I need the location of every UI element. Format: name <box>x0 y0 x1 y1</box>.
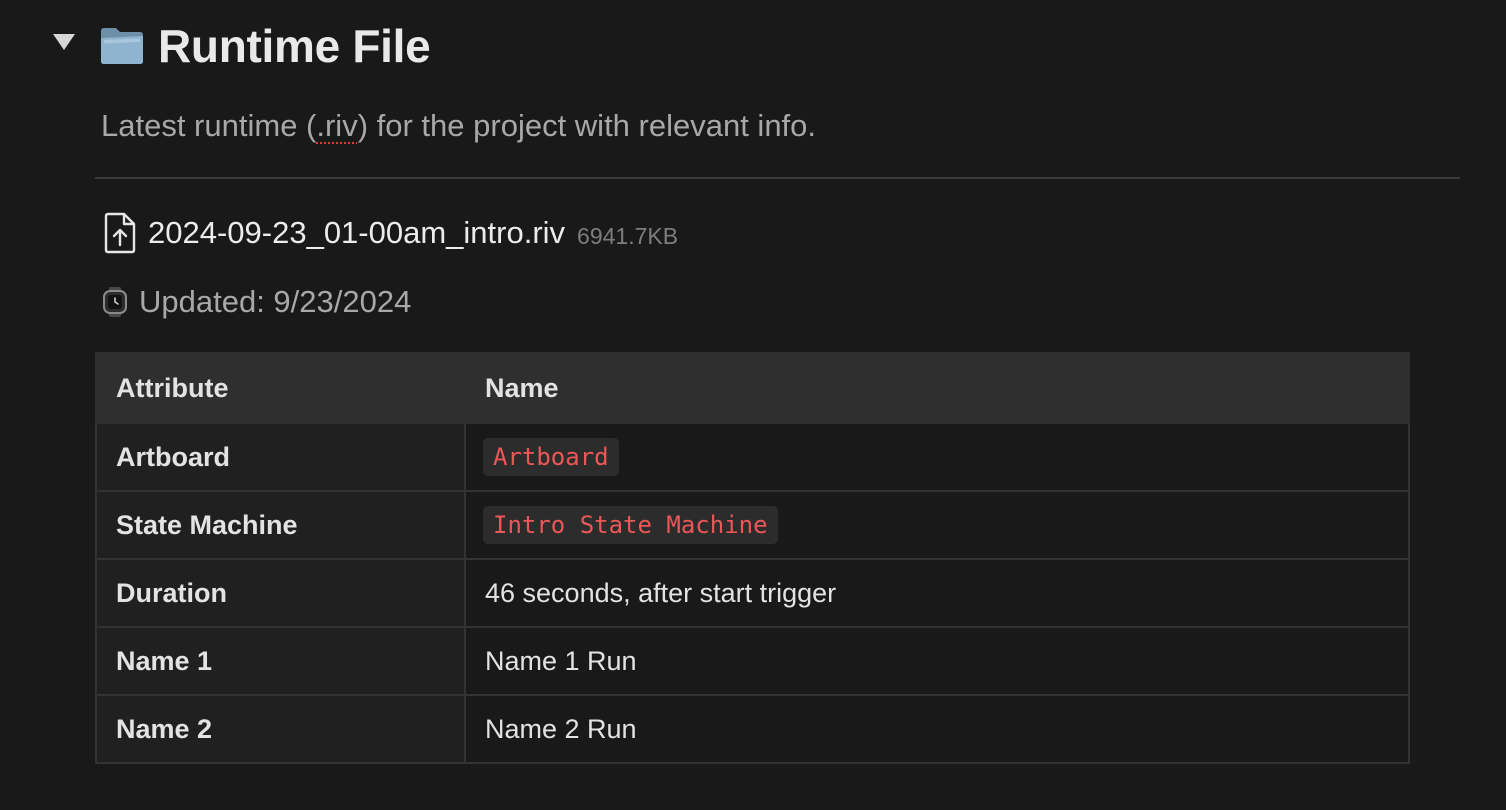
table-cell-attribute[interactable]: Duration <box>95 558 466 628</box>
file-size: 6941.7KB <box>577 222 679 249</box>
spellcheck-flagged-word[interactable]: .riv <box>316 108 357 143</box>
table-row: Name 1 Name 1 Run <box>95 626 1410 696</box>
table-row: Artboard Artboard <box>95 422 1410 492</box>
table-cell-attribute[interactable]: State Machine <box>95 490 466 560</box>
table-cell-attribute[interactable]: Artboard <box>95 422 466 492</box>
attributes-table: Attribute Name Artboard Artboard State M… <box>95 352 1410 764</box>
updated-line: Updated: 9/23/2024 <box>102 280 411 324</box>
inline-code: Artboard <box>483 438 619 476</box>
file-attachment[interactable]: 2024-09-23_01-00am_intro.riv 6941.7KB <box>102 208 678 258</box>
table-cell-value[interactable]: Name 1 Run <box>464 626 1410 696</box>
table-row: Duration 46 seconds, after start trigger <box>95 558 1410 628</box>
updated-date: Updated: 9/23/2024 <box>139 284 412 319</box>
table-cell-value[interactable]: Intro State Machine <box>464 490 1410 560</box>
inline-code: Intro State Machine <box>483 506 778 544</box>
table-cell-value[interactable]: Artboard <box>464 422 1410 492</box>
page-title: Runtime File <box>158 20 431 72</box>
table-header-row: Attribute Name <box>95 352 1410 424</box>
table-cell-attribute[interactable]: Name 2 <box>95 694 466 764</box>
folder-icon <box>101 28 143 64</box>
table-cell-attribute[interactable]: Name 1 <box>95 626 466 696</box>
column-header-attribute[interactable]: Attribute <box>95 352 466 424</box>
watch-icon <box>103 287 127 317</box>
table-row: State Machine Intro State Machine <box>95 490 1410 560</box>
file-upload-icon <box>104 212 136 254</box>
column-header-name[interactable]: Name <box>464 352 1410 424</box>
table-row: Name 2 Name 2 Run <box>95 694 1410 764</box>
table-cell-value[interactable]: 46 seconds, after start trigger <box>464 558 1410 628</box>
toggle-block: Runtime File Latest runtime (.riv) for t… <box>0 0 1506 810</box>
triangle-down-icon[interactable] <box>53 34 75 50</box>
divider <box>95 177 1460 179</box>
table-cell-value[interactable]: Name 2 Run <box>464 694 1410 764</box>
description-text: Latest runtime (.riv) for the project wi… <box>101 106 816 146</box>
description-before: Latest runtime ( <box>101 108 317 143</box>
description-after: ) for the project with relevant info. <box>357 108 817 143</box>
file-name[interactable]: 2024-09-23_01-00am_intro.riv <box>148 215 565 251</box>
